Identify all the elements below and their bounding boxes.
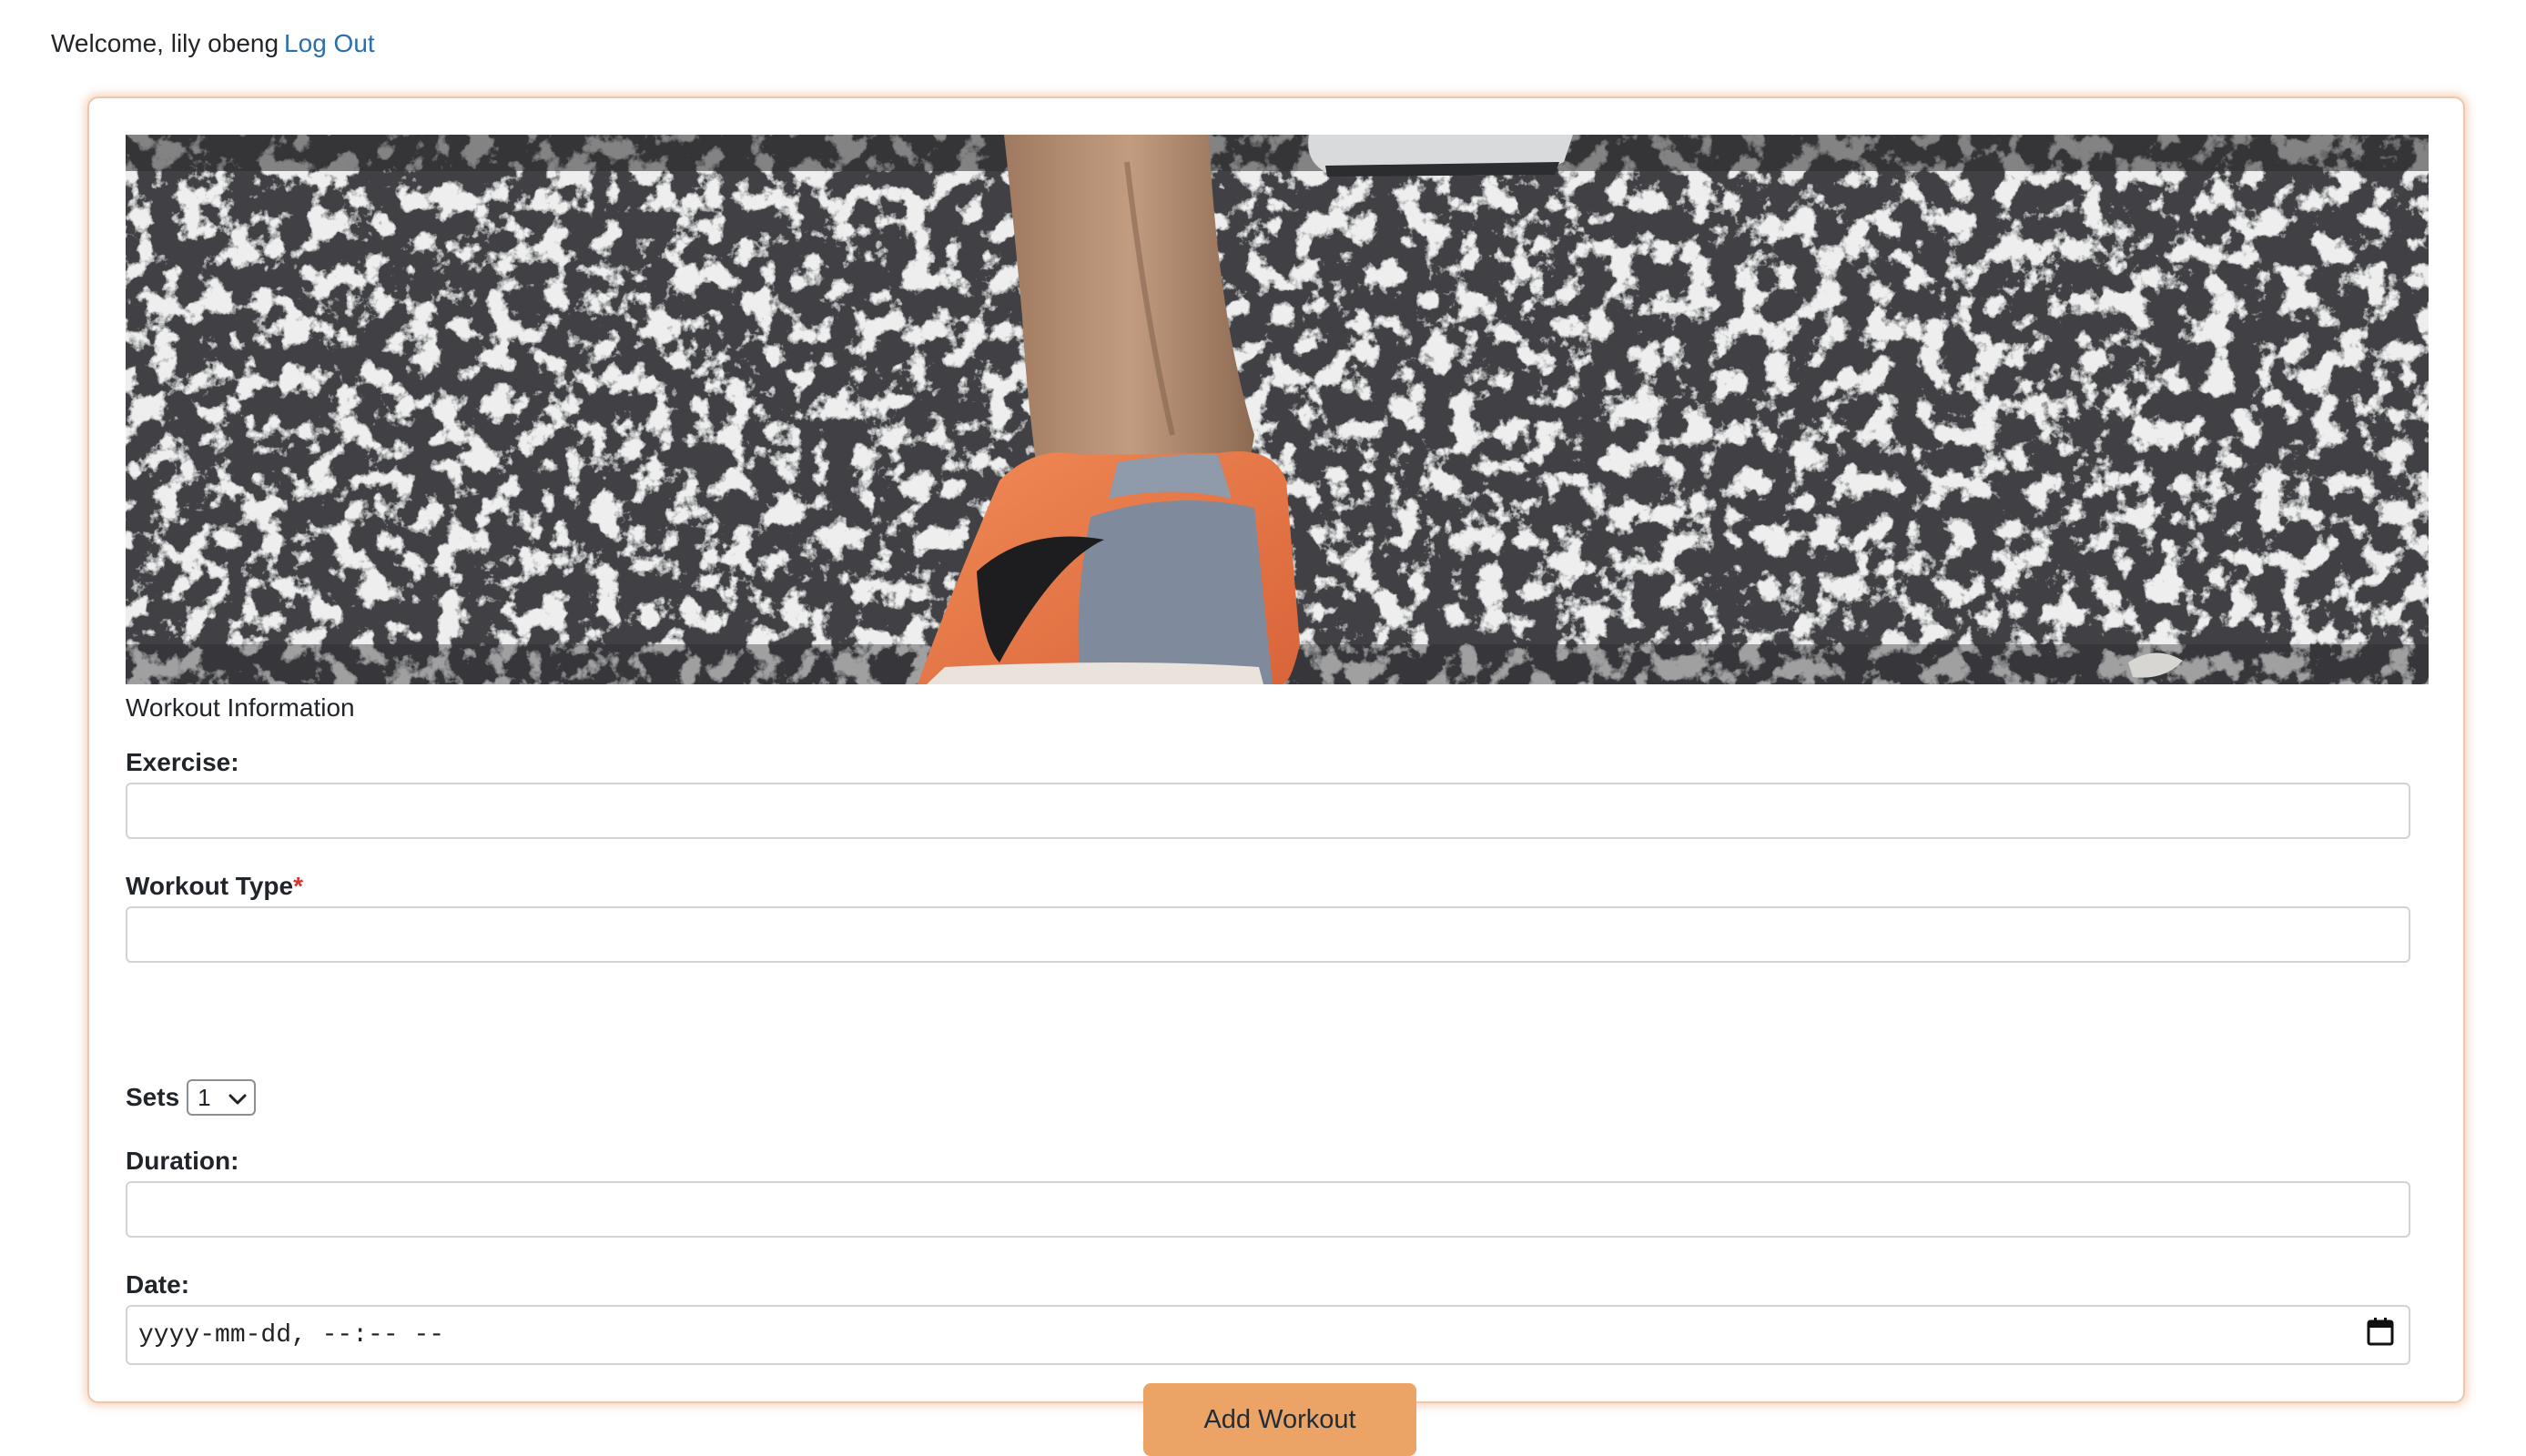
logout-link[interactable]: Log Out [284, 29, 375, 57]
sets-label: Sets [126, 1083, 180, 1111]
chevron-down-icon [228, 1084, 247, 1112]
workout-type-input[interactable] [126, 906, 2410, 963]
duration-input[interactable] [126, 1181, 2410, 1238]
welcome-text: Welcome, lily obeng [51, 29, 279, 57]
sets-selected-value: 1 [198, 1083, 211, 1111]
workout-form-card: Workout Information Exercise: Workout Ty… [87, 96, 2465, 1456]
section-title: Workout Information [126, 693, 355, 722]
sets-row: Sets 1 [126, 1079, 257, 1116]
exercise-label: Exercise: [126, 748, 239, 776]
add-workout-button[interactable]: Add Workout [1143, 1383, 1416, 1456]
sets-select[interactable]: 1 [187, 1079, 257, 1116]
required-marker: * [293, 872, 303, 900]
exercise-input[interactable] [126, 783, 2410, 839]
workout-type-label-text: Workout Type [126, 872, 294, 900]
calendar-icon[interactable] [2367, 1317, 2394, 1354]
date-placeholder: yyyy-mm-dd, --:-- -- [138, 1320, 445, 1350]
hero-image [126, 135, 2429, 684]
workout-type-label: Workout Type* [126, 870, 303, 903]
date-label: Date: [126, 1270, 190, 1299]
welcome-bar: Welcome, lily obeng Log Out [51, 25, 375, 62]
duration-label: Duration: [126, 1147, 239, 1175]
date-input[interactable]: yyyy-mm-dd, --:-- -- [126, 1305, 2410, 1365]
